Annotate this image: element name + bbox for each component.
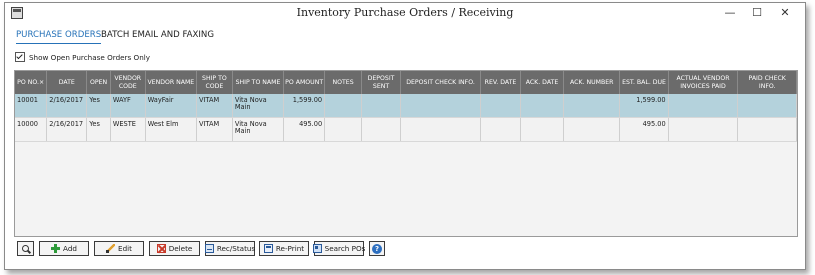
column-header[interactable]: SHIP TO NAME: [232, 71, 285, 94]
minimize-button[interactable]: —: [719, 5, 741, 20]
cell-ack-date: [520, 117, 565, 142]
column-header[interactable]: NOTES: [324, 71, 363, 94]
find-button[interactable]: [17, 241, 34, 256]
cell-po-amount: 1,599.00: [283, 94, 326, 118]
cell-paid-check-info: [737, 117, 797, 142]
column-header[interactable]: DEPOSIT CHECK INFO.: [400, 71, 481, 94]
delete-button[interactable]: Delete: [149, 241, 200, 256]
search-pos-button-label: Search POs: [324, 244, 366, 253]
cell-ship-to-name: Vita Nova Main: [232, 117, 285, 142]
open-only-label: Show Open Purchase Orders Only: [29, 52, 151, 62]
cell-date: 2/16/2017: [46, 117, 88, 142]
tab-purchase-orders[interactable]: PURCHASE ORDERS: [16, 30, 102, 44]
column-header[interactable]: PO AMOUNT: [283, 71, 326, 94]
cell-rev-date: [480, 117, 521, 142]
column-header[interactable]: OPEN: [86, 71, 111, 94]
column-header[interactable]: DEPOSIT SENT: [361, 71, 402, 94]
column-header[interactable]: VENDOR CODE: [110, 71, 146, 94]
cell-actual-vendor-invoices-paid: [668, 117, 739, 142]
edit-button[interactable]: Edit: [94, 241, 144, 256]
search-pos-button[interactable]: Search POs: [312, 241, 366, 256]
reprint-button[interactable]: Re-Print: [259, 241, 309, 256]
cell-ship-to-code: VITAM: [196, 94, 233, 118]
close-button[interactable]: ✕: [774, 5, 796, 20]
column-header[interactable]: VENDOR NAME: [145, 71, 197, 94]
cell-po-amount: 495.00: [283, 117, 326, 142]
print-icon: [263, 244, 273, 253]
cell-est-bal-due: 495.00: [619, 117, 669, 142]
table-row[interactable]: 10001 2/16/2017 Yes WAYF WayFair VITAM V…: [15, 94, 797, 118]
cell-notes: [324, 117, 363, 142]
delete-icon: [156, 244, 166, 253]
column-header[interactable]: ACK. DATE: [520, 71, 565, 94]
cell-po-no: 10001: [15, 94, 48, 118]
maximize-button[interactable]: ☐: [746, 5, 768, 20]
pencil-icon: [106, 244, 116, 253]
cell-ship-to-code: VITAM: [196, 117, 233, 142]
table-header-row: PO NO.× DATE OPEN VENDOR CODE VENDOR NAM…: [15, 71, 797, 94]
purchase-orders-table: PO NO.× DATE OPEN VENDOR CODE VENDOR NAM…: [15, 71, 797, 142]
magnifier-icon: [21, 244, 30, 253]
cell-ack-number: [563, 117, 621, 142]
window: Inventory Purchase Orders / Receiving — …: [4, 2, 806, 270]
rec-status-button-label: Rec/Status: [216, 244, 256, 253]
cell-ack-number: [563, 94, 621, 118]
cell-actual-vendor-invoices-paid: [668, 94, 739, 118]
cell-date: 2/16/2017: [46, 94, 88, 118]
cell-est-bal-due: 1,599.00: [619, 94, 669, 118]
cell-ack-date: [520, 94, 565, 118]
cell-ship-to-name: Vita Nova Main: [232, 94, 285, 118]
receive-icon: [204, 244, 214, 253]
tab-batch-email-faxing[interactable]: BATCH EMAIL AND FAXING: [101, 30, 214, 40]
cell-vendor-code: WESTE: [110, 117, 146, 142]
open-only-filter[interactable]: Show Open Purchase Orders Only: [15, 52, 150, 62]
cell-vendor-name: WayFair: [145, 94, 197, 118]
cell-deposit-sent: [361, 117, 402, 142]
column-header[interactable]: EST. BAL. DUE: [619, 71, 669, 94]
window-title: Inventory Purchase Orders / Receiving: [296, 6, 514, 19]
cell-rev-date: [480, 94, 521, 118]
add-button-label: Add: [63, 244, 77, 253]
rec-status-button[interactable]: Rec/Status: [204, 241, 256, 256]
edit-button-label: Edit: [118, 244, 132, 253]
search-list-icon: [312, 244, 322, 253]
cell-open: Yes: [86, 117, 111, 142]
cell-deposit-check-info: [400, 94, 481, 118]
cell-vendor-name: West Elm: [145, 117, 197, 142]
cell-notes: [324, 94, 363, 118]
column-header[interactable]: ACK. NUMBER: [563, 71, 621, 94]
help-button[interactable]: ?: [369, 241, 385, 256]
cell-deposit-check-info: [400, 117, 481, 142]
open-only-checkbox[interactable]: [15, 52, 25, 62]
cell-open: Yes: [86, 94, 111, 118]
column-header[interactable]: SHIP TO CODE: [196, 71, 233, 94]
cell-po-no: 10000: [15, 117, 48, 142]
column-header[interactable]: DATE: [46, 71, 88, 94]
table-row[interactable]: 10000 2/16/2017 Yes WESTE West Elm VITAM…: [15, 117, 797, 142]
column-header[interactable]: REV. DATE: [480, 71, 521, 94]
help-icon: ?: [372, 243, 382, 254]
title-bar: Inventory Purchase Orders / Receiving — …: [5, 3, 805, 23]
delete-button-label: Delete: [168, 244, 193, 253]
cell-paid-check-info: [737, 94, 797, 118]
add-button[interactable]: Add: [39, 241, 89, 256]
purchase-orders-grid[interactable]: PO NO.× DATE OPEN VENDOR CODE VENDOR NAM…: [14, 70, 798, 237]
cell-deposit-sent: [361, 94, 402, 118]
plus-icon: [51, 244, 61, 253]
column-header[interactable]: PO NO.×: [15, 71, 48, 94]
cell-vendor-code: WAYF: [110, 94, 146, 118]
column-header[interactable]: ACTUAL VENDOR INVOICES PAID: [668, 71, 739, 94]
column-header[interactable]: PAID CHECK INFO.: [737, 71, 797, 94]
reprint-button-label: Re-Print: [275, 244, 305, 253]
